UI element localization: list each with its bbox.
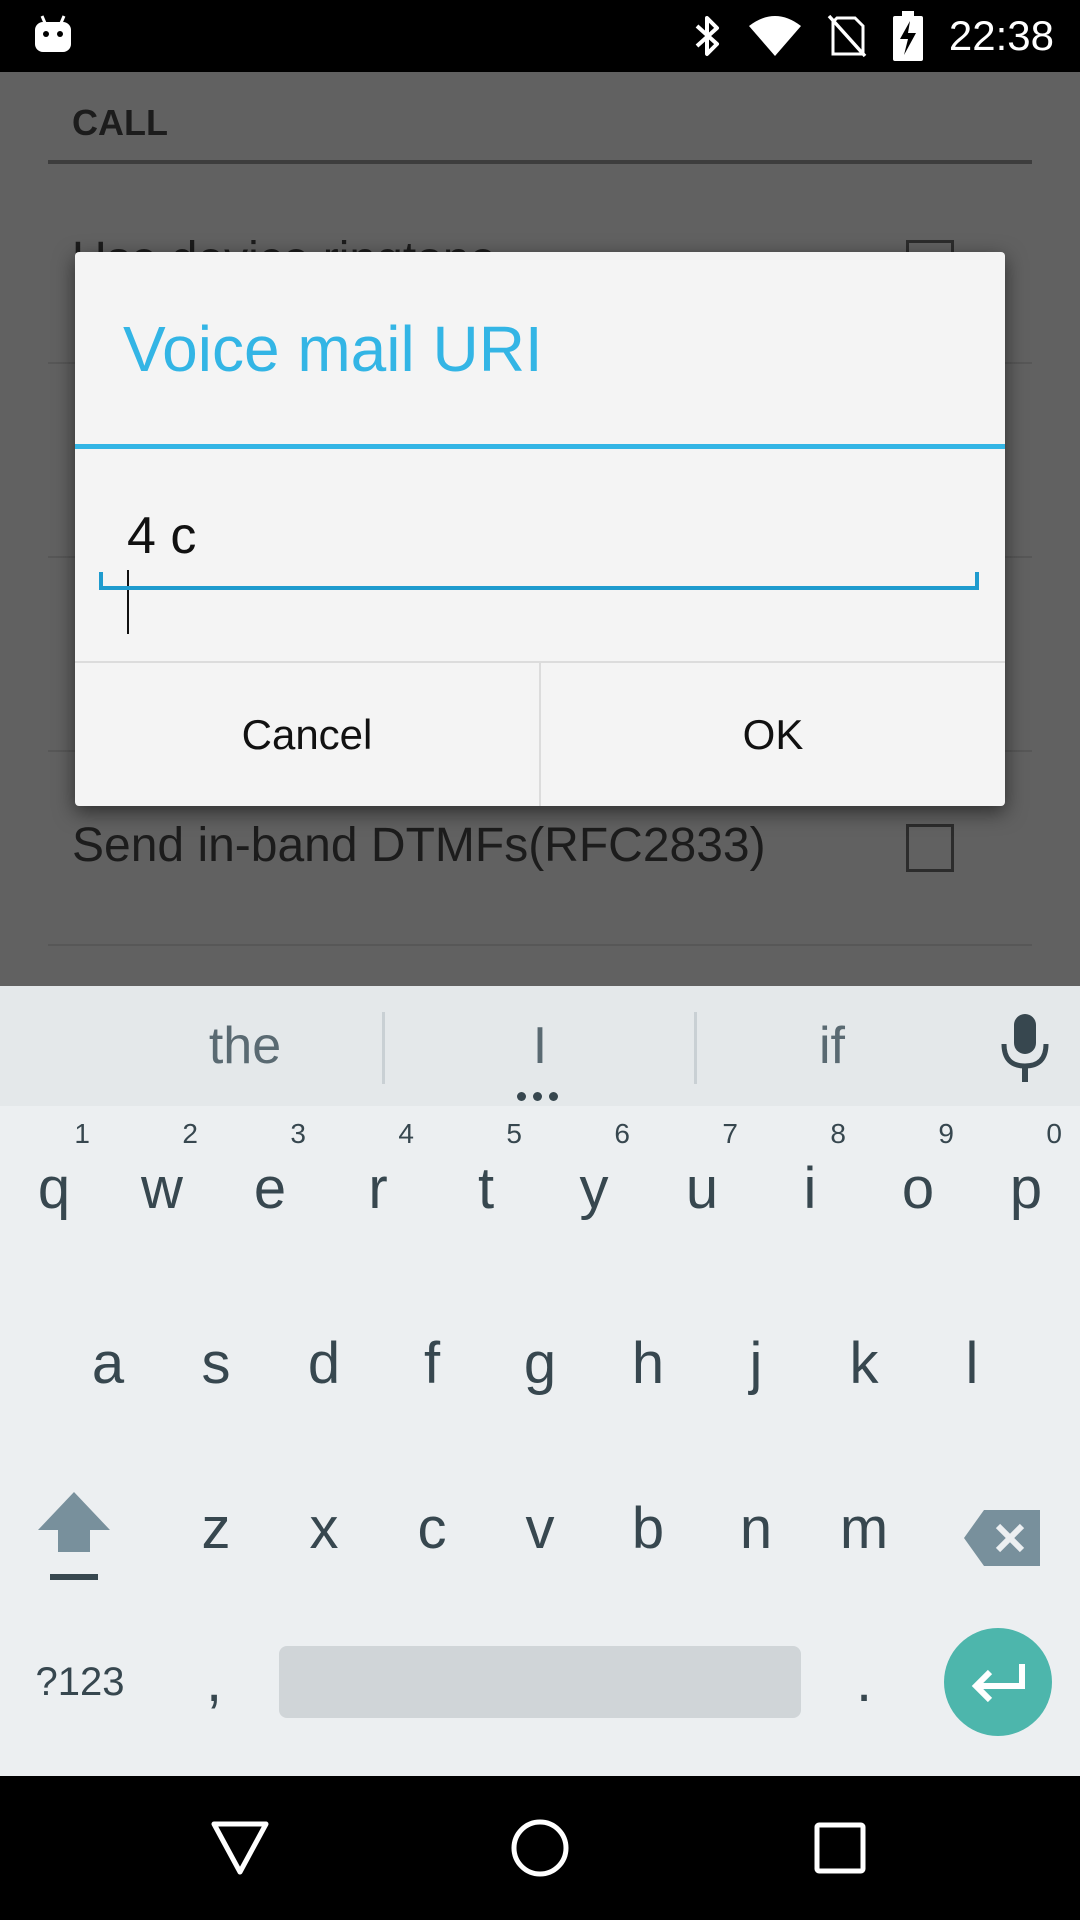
key-a[interactable]: a — [54, 1281, 162, 1445]
category-header: CALL — [72, 102, 168, 143]
row-divider — [48, 944, 1032, 946]
wifi-icon — [748, 16, 801, 56]
key-label: r — [368, 1155, 388, 1221]
key-hint: 2 — [182, 1118, 198, 1149]
key-i[interactable]: i8 — [756, 1106, 864, 1270]
shift-icon — [38, 1492, 110, 1580]
key-hint: 6 — [614, 1118, 630, 1149]
backspace-key[interactable] — [948, 1456, 1056, 1620]
shift-key[interactable] — [20, 1456, 128, 1620]
period-key[interactable]: . — [810, 1636, 918, 1726]
key-hint: 3 — [290, 1118, 306, 1149]
dialog-title: Voice mail URI — [123, 313, 543, 385]
key-label: o — [901, 1155, 935, 1221]
navigation-bar — [0, 1776, 1080, 1920]
key-n[interactable]: n — [702, 1446, 810, 1610]
category-divider — [48, 160, 1032, 164]
key-o[interactable]: o9 — [864, 1106, 972, 1270]
input-value: 4 c — [127, 507, 197, 565]
key-hint: 1 — [74, 1118, 90, 1149]
no-sim-icon — [827, 14, 867, 58]
key-l[interactable]: l — [918, 1281, 1026, 1445]
key-g[interactable]: g — [486, 1281, 594, 1445]
key-label: y — [579, 1155, 609, 1221]
back-button[interactable] — [180, 1776, 300, 1920]
bluetooth-icon — [695, 16, 719, 56]
suggestion-left[interactable]: the — [90, 986, 400, 1106]
key-j[interactable]: j — [702, 1281, 810, 1445]
key-d[interactable]: d — [270, 1281, 378, 1445]
key-q[interactable]: q1 — [0, 1106, 108, 1270]
key-w[interactable]: w2 — [108, 1106, 216, 1270]
key-hint: 8 — [830, 1118, 846, 1149]
voicemail-uri-dialog: Voice mail URI 4 c Cancel OK — [75, 252, 1005, 806]
comma-key[interactable]: , — [160, 1636, 268, 1726]
key-b[interactable]: b — [594, 1446, 702, 1610]
key-label: e — [253, 1155, 287, 1221]
key-h[interactable]: h — [594, 1281, 702, 1445]
space-bar[interactable] — [279, 1646, 801, 1718]
key-label: q — [37, 1155, 71, 1221]
status-bar: 22:38 — [0, 0, 1080, 72]
pref-title-dtmf[interactable]: Send in-band DTMFs(RFC2833) — [72, 818, 766, 873]
home-button[interactable] — [480, 1776, 600, 1920]
home-icon — [511, 1819, 569, 1877]
key-m[interactable]: m — [810, 1446, 918, 1610]
key-k[interactable]: k — [810, 1281, 918, 1445]
battery-charging-icon — [892, 11, 923, 61]
key-c[interactable]: c — [378, 1446, 486, 1610]
suggestion-strip: the I if — [0, 986, 1080, 1106]
ok-button[interactable]: OK — [541, 663, 1005, 806]
key-s[interactable]: s — [162, 1281, 270, 1445]
key-v[interactable]: v — [486, 1446, 594, 1610]
voicemail-uri-input[interactable]: 4 c — [99, 482, 979, 634]
key-t[interactable]: t5 — [432, 1106, 540, 1270]
microphone-icon[interactable] — [1000, 1014, 1050, 1084]
key-hint: 5 — [506, 1118, 522, 1149]
key-label: i — [803, 1155, 817, 1221]
input-underline — [99, 586, 979, 590]
dtmf-checkbox[interactable] — [906, 824, 954, 872]
recents-button[interactable] — [780, 1776, 900, 1920]
cancel-button[interactable]: Cancel — [75, 663, 539, 806]
back-icon — [211, 1821, 269, 1875]
key-label: t — [477, 1155, 495, 1221]
android-notification-icon — [35, 15, 71, 52]
symbols-key[interactable]: ?123 — [20, 1646, 140, 1718]
key-label: w — [141, 1155, 183, 1221]
key-e[interactable]: e3 — [216, 1106, 324, 1270]
suggestion-right[interactable]: if — [697, 986, 967, 1106]
key-hint: 4 — [398, 1118, 414, 1149]
key-r[interactable]: r4 — [324, 1106, 432, 1270]
key-z[interactable]: z — [162, 1446, 270, 1610]
key-hint: 0 — [1046, 1118, 1062, 1149]
suggestion-center[interactable]: I — [385, 986, 695, 1106]
key-hint: 9 — [938, 1118, 954, 1149]
backspace-icon — [964, 1510, 1040, 1566]
input-underline-left-tick — [99, 572, 103, 590]
key-p[interactable]: p0 — [972, 1106, 1080, 1270]
key-y[interactable]: y6 — [540, 1106, 648, 1270]
key-f[interactable]: f — [378, 1281, 486, 1445]
key-label: u — [685, 1155, 719, 1221]
key-x[interactable]: x — [270, 1446, 378, 1610]
key-hint: 7 — [722, 1118, 738, 1149]
text-cursor — [127, 570, 129, 634]
status-time: 22:38 — [948, 12, 1054, 59]
recents-icon — [814, 1822, 866, 1874]
input-underline-right-tick — [975, 572, 979, 590]
dialog-title-divider — [75, 444, 1005, 449]
enter-key[interactable] — [944, 1628, 1052, 1736]
key-label: p — [1009, 1155, 1043, 1221]
enter-icon — [971, 1664, 1025, 1702]
soft-keyboard: the I if q1w2e3r4t5y6u7i8o9p0 asdfghjkl … — [0, 986, 1080, 1776]
more-suggestions-indicator — [517, 1092, 558, 1101]
key-u[interactable]: u7 — [648, 1106, 756, 1270]
